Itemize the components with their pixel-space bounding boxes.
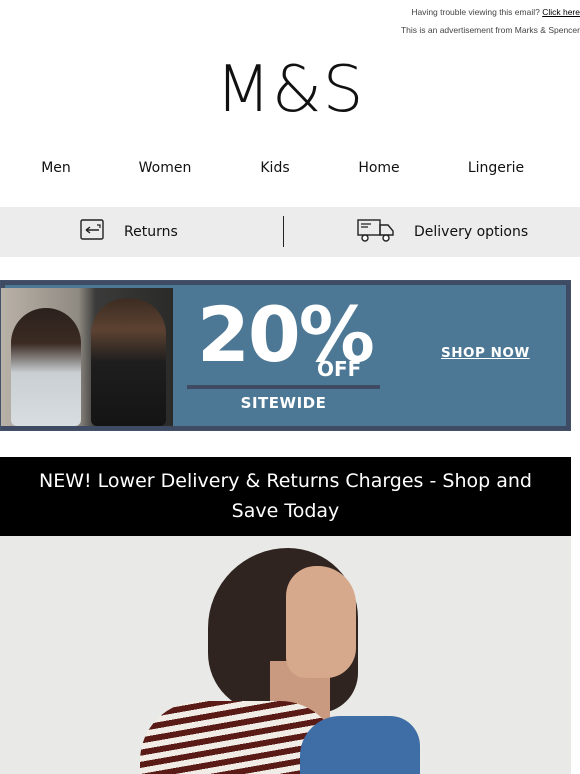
nav-item-men[interactable]: Men xyxy=(41,160,71,176)
brand-logo[interactable]: M&S xyxy=(0,55,580,125)
preheader-trouble-text: Having trouble viewing this email? xyxy=(411,7,540,17)
nav-item-kids[interactable]: Kids xyxy=(260,160,289,176)
nav-item-home[interactable]: Home xyxy=(358,160,399,176)
returns-label: Returns xyxy=(124,224,178,240)
service-bar: Returns Delivery options xyxy=(0,207,580,257)
promo-sitewide: SITEWIDE xyxy=(240,394,327,412)
preheader-advert-text: This is an advertisement from Marks & Sp… xyxy=(400,25,580,35)
delivery-options-label: Delivery options xyxy=(414,224,529,240)
brand-logo-text: M&S xyxy=(215,53,365,127)
delivery-van-icon xyxy=(356,216,396,248)
main-nav: Men Women Kids Home Lingerie xyxy=(0,160,580,188)
nav-item-lingerie[interactable]: Lingerie xyxy=(468,160,524,176)
delivery-options-link[interactable]: Delivery options xyxy=(356,207,528,257)
promo-models-image xyxy=(1,288,173,426)
promo-model-man xyxy=(91,298,166,426)
hero-model-face xyxy=(286,566,356,678)
promo-off: OFF xyxy=(317,357,362,381)
nav-item-women[interactable]: Women xyxy=(139,160,192,176)
hero-image[interactable] xyxy=(0,536,571,774)
returns-icon xyxy=(78,218,106,246)
promo-banner[interactable]: 20% OFF SITEWIDE SHOP NOW xyxy=(0,280,571,431)
shop-now-link[interactable]: SHOP NOW xyxy=(441,345,530,361)
promo-rule xyxy=(187,385,380,389)
announcement-text: NEW! Lower Delivery & Returns Charges - … xyxy=(39,470,532,522)
preheader-trouble-line: Having trouble viewing this email? Click… xyxy=(411,7,580,17)
returns-link[interactable]: Returns xyxy=(78,207,178,257)
promo-model-woman xyxy=(11,308,81,426)
announcement-bar[interactable]: NEW! Lower Delivery & Returns Charges - … xyxy=(0,457,571,536)
hero-jeans xyxy=(300,716,420,774)
service-divider xyxy=(283,216,284,247)
click-here-link[interactable]: Click here xyxy=(542,7,580,17)
